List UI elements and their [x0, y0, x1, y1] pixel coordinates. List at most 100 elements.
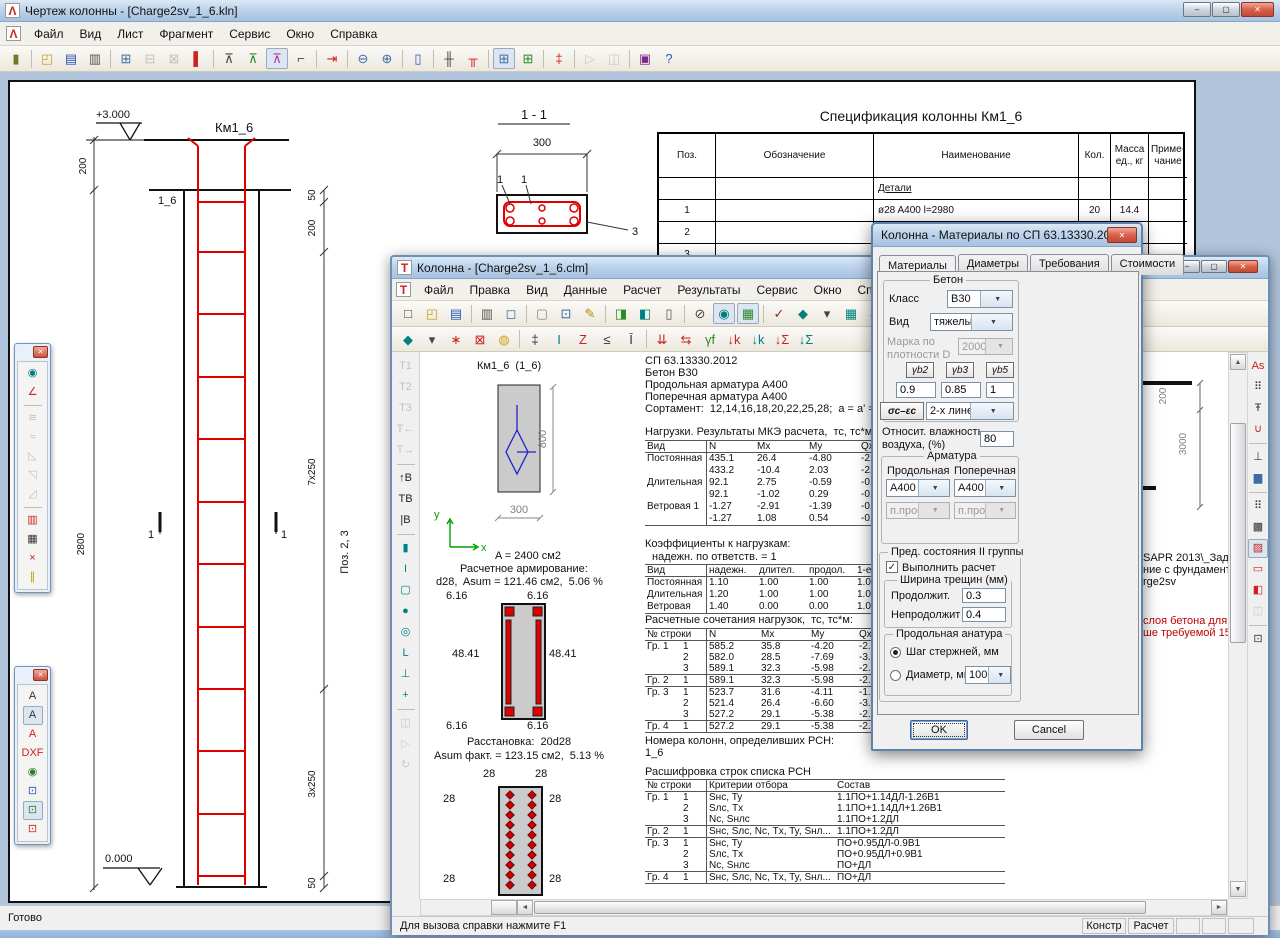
angle-dim-icon[interactable]: ◉: [23, 364, 43, 383]
press-icon[interactable]: ⊥: [1248, 448, 1268, 467]
menu-item[interactable]: Данные: [556, 280, 615, 300]
rebar-schedule-icon[interactable]: ▥: [23, 511, 43, 530]
import-doc-icon[interactable]: ⇥: [321, 48, 343, 69]
scheme-1-icon[interactable]: ⊞: [493, 48, 515, 69]
leader-icon[interactable]: ∠: [23, 383, 43, 402]
text-doc-icon[interactable]: A: [23, 687, 43, 706]
section-zero-icon[interactable]: ⊘: [689, 303, 711, 324]
section-view-icon[interactable]: ▦: [840, 303, 862, 324]
palette-titlebar[interactable]: ✕: [17, 346, 48, 360]
grid-square-icon[interactable]: ▩: [1248, 518, 1268, 537]
edit-pencil-icon[interactable]: ✎: [579, 303, 601, 324]
rebar-tall-icon[interactable]: ‡: [548, 48, 570, 69]
hammer-auto-icon[interactable]: ⊼: [242, 48, 264, 69]
k-teal-icon[interactable]: ↓k: [747, 329, 769, 350]
solid-model-2-icon[interactable]: ◆: [397, 329, 419, 350]
print-icon[interactable]: ▥: [476, 303, 498, 324]
solid-model-icon[interactable]: ◆: [792, 303, 814, 324]
ok-button[interactable]: OK: [910, 720, 968, 740]
anchor-bolt-icon[interactable]: Ŧ: [1248, 399, 1268, 418]
rebar-colors-icon[interactable]: ▌: [187, 48, 209, 69]
menu-item[interactable]: Окно: [278, 24, 322, 44]
copy-doc-2-icon[interactable]: ◧: [634, 303, 656, 324]
no-bars-icon[interactable]: ⊠: [469, 329, 491, 350]
dim-bars-icon[interactable]: ╫: [438, 48, 460, 69]
copy-fragment-icon[interactable]: ⊞: [115, 48, 137, 69]
doc-color-3-icon[interactable]: ⊡: [23, 820, 43, 839]
copy-doc-icon[interactable]: ◨: [610, 303, 632, 324]
tb-icon[interactable]: ТB: [396, 490, 416, 509]
palette-icon[interactable]: ▦: [737, 303, 759, 324]
sigma-eps-button[interactable]: σc–εc: [880, 402, 924, 420]
wrench-icon[interactable]: ⌐: [290, 48, 312, 69]
palette-titlebar[interactable]: ✕: [17, 669, 48, 683]
chevron-down-icon[interactable]: ▼: [918, 480, 950, 496]
bar-spacing-icon[interactable]: ‡: [524, 329, 546, 350]
close-button[interactable]: ✕: [1228, 260, 1258, 273]
humidity-input[interactable]: [980, 431, 1014, 447]
lamp-icon[interactable]: ◍: [493, 329, 515, 350]
sum-teal-icon[interactable]: ↓Σ: [795, 329, 817, 350]
bar-anchor-icon[interactable]: ∗: [445, 329, 467, 350]
hammer-icon[interactable]: ⊼: [218, 48, 240, 69]
gamma-b3-input[interactable]: [941, 382, 981, 398]
hammer-edit-icon[interactable]: ⊼: [266, 48, 288, 69]
z-section-icon[interactable]: Z: [572, 329, 594, 350]
close-icon[interactable]: ✕: [33, 669, 48, 681]
open-icon[interactable]: ◰: [421, 303, 443, 324]
sigma-less-icon[interactable]: ≤: [596, 329, 618, 350]
gamma-b5-input[interactable]: [986, 382, 1014, 398]
chevron-down-icon[interactable]: ▼: [971, 314, 1012, 330]
minimize-button[interactable]: ‒: [1183, 2, 1211, 17]
save-icon[interactable]: ▤: [60, 48, 82, 69]
web-icon[interactable]: ◉: [23, 763, 43, 782]
run-calc-checkbox[interactable]: ✓: [886, 561, 898, 573]
print-icon[interactable]: ▥: [84, 48, 106, 69]
menu-item[interactable]: Расчет: [615, 280, 669, 300]
menu-item[interactable]: Вид: [72, 24, 110, 44]
gamma-f-icon[interactable]: γf: [699, 329, 721, 350]
dots-box-icon[interactable]: ⊡: [1248, 630, 1268, 649]
layers-icon[interactable]: ◉: [713, 303, 735, 324]
loads-down-icon[interactable]: ⇊: [651, 329, 673, 350]
spacing-radio[interactable]: [890, 647, 901, 658]
save-icon[interactable]: ▤: [445, 303, 467, 324]
menu-item[interactable]: Фрагмент: [151, 24, 221, 44]
doc-color-1-icon[interactable]: ⊡: [23, 782, 43, 801]
zoom-out-icon[interactable]: ⊖: [352, 48, 374, 69]
menu-item[interactable]: Результаты: [669, 280, 748, 300]
select-rect-icon[interactable]: ▢: [531, 303, 553, 324]
chevron-down-icon[interactable]: ▼: [970, 403, 1014, 419]
solid-menu-icon[interactable]: ▾: [816, 303, 838, 324]
maximize-button[interactable]: ▢: [1212, 2, 1240, 17]
help-select-icon[interactable]: ?: [658, 48, 680, 69]
long-class-select[interactable]: A400 6-4▼: [886, 479, 950, 497]
bars-square-2-icon[interactable]: ⠿: [1248, 497, 1268, 516]
diameter-select[interactable]: 100▼: [965, 666, 1011, 684]
sec-box-icon[interactable]: ▢: [396, 581, 416, 600]
menu-item[interactable]: Файл: [26, 24, 72, 44]
solid-menu-2-icon[interactable]: ▾: [421, 329, 443, 350]
sec-ibeam-icon[interactable]: I: [396, 560, 416, 579]
preview-icon[interactable]: ◻: [500, 303, 522, 324]
menu-item[interactable]: Лист: [109, 24, 151, 44]
open-icon[interactable]: ◰: [36, 48, 58, 69]
copy-icon[interactable]: ⊡: [555, 303, 577, 324]
verify-icon[interactable]: ✓: [768, 303, 790, 324]
v-scrollbar[interactable]: ▲ ▼: [1228, 352, 1248, 899]
chart-icon[interactable]: ▆: [1248, 469, 1268, 488]
menu-item[interactable]: Вид: [518, 280, 556, 300]
scheme-2-icon[interactable]: ⊞: [517, 48, 539, 69]
text-doc-red-icon[interactable]: A: [23, 725, 43, 744]
chevron-down-icon[interactable]: ▼: [985, 480, 1016, 496]
chevron-down-icon[interactable]: ▼: [988, 667, 1011, 683]
menu-item[interactable]: Окно: [806, 280, 850, 300]
h-scroll-thumb[interactable]: [534, 901, 1146, 914]
sec-L-icon[interactable]: L: [396, 644, 416, 663]
zoom-target-icon[interactable]: ⊕: [376, 48, 398, 69]
new-icon[interactable]: □: [397, 303, 419, 324]
highlight-icon[interactable]: ∥: [23, 568, 43, 587]
doc-color-2-icon[interactable]: ⊡: [23, 801, 43, 820]
k-red-icon[interactable]: ↓k: [723, 329, 745, 350]
i-beam-icon[interactable]: I: [548, 329, 570, 350]
